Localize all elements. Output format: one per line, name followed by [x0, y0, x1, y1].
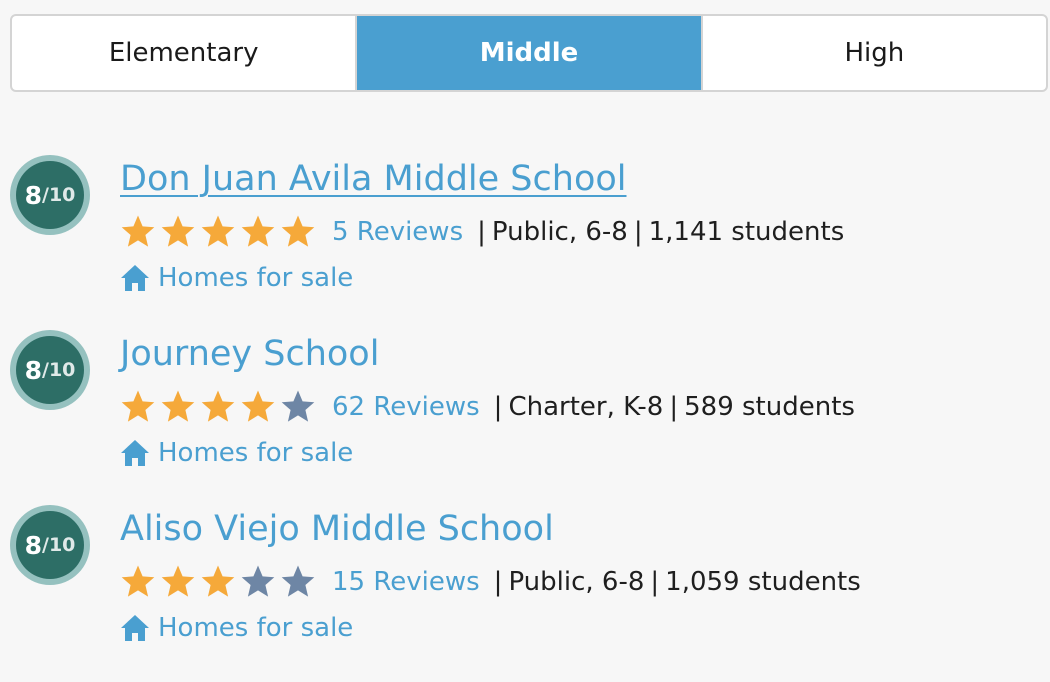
homes-for-sale[interactable]: Homes for sale — [120, 610, 353, 646]
student-count: 1,141 students — [648, 217, 845, 247]
reviews-link[interactable]: 15 Reviews — [332, 567, 480, 597]
rating-score: 8 — [24, 530, 42, 560]
separator: | — [477, 217, 486, 247]
star-rating — [120, 389, 320, 425]
rating-total: /10 — [42, 534, 76, 556]
star-filled-icon — [121, 215, 155, 247]
separator: | — [650, 567, 660, 597]
home-icon — [121, 265, 149, 291]
separator: | — [493, 567, 503, 597]
star-filled-icon — [201, 215, 235, 247]
reviews-link[interactable]: 5 Reviews — [332, 217, 463, 247]
school-type: Public, 6-8 — [491, 217, 628, 247]
school-item: 8/10 Aliso Viejo Middle School 15 Review… — [0, 505, 1050, 655]
school-type: Charter, K-8 — [508, 392, 664, 422]
star-rating — [120, 214, 320, 250]
reviews-link[interactable]: 62 Reviews — [332, 392, 480, 422]
student-count: 1,059 students — [665, 567, 861, 597]
homes-for-sale[interactable]: Homes for sale — [120, 260, 353, 296]
star-filled-icon — [121, 390, 155, 422]
separator: | — [493, 392, 503, 422]
star-filled-icon — [121, 565, 155, 597]
homes-for-sale[interactable]: Homes for sale — [120, 435, 353, 471]
school-name-link[interactable]: Don Juan Avila Middle School — [120, 157, 627, 201]
star-filled-icon — [201, 565, 235, 597]
tab-middle[interactable]: Middle — [355, 16, 701, 90]
tab-high[interactable]: High — [700, 16, 1046, 90]
school-level-tabs: Elementary Middle High — [10, 14, 1048, 92]
school-name-link[interactable]: Aliso Viejo Middle School — [120, 507, 554, 551]
school-type: Public, 6-8 — [508, 567, 645, 597]
homes-for-sale-link[interactable]: Homes for sale — [158, 263, 353, 293]
school-name-link[interactable]: Journey School — [120, 332, 379, 376]
star-filled-icon — [161, 390, 195, 422]
star-empty-icon — [281, 390, 315, 422]
rating-score: 8 — [24, 355, 42, 385]
separator: | — [633, 217, 643, 247]
star-rating — [120, 564, 320, 600]
star-filled-icon — [161, 215, 195, 247]
star-filled-icon — [201, 390, 235, 422]
star-empty-icon — [241, 565, 275, 597]
separator: | — [669, 392, 679, 422]
rating-badge: 8/10 — [10, 330, 90, 410]
rating-score: 8 — [24, 180, 42, 210]
star-empty-icon — [281, 565, 315, 597]
rating-badge: 8/10 — [10, 505, 90, 585]
tab-elementary[interactable]: Elementary — [12, 16, 355, 90]
star-filled-icon — [241, 390, 275, 422]
student-count: 589 students — [684, 392, 855, 422]
home-icon — [121, 615, 149, 641]
homes-for-sale-link[interactable]: Homes for sale — [158, 613, 353, 643]
school-meta: 5 Reviews | Public, 6-8 | 1,141 students — [120, 212, 844, 252]
home-icon — [121, 440, 149, 466]
rating-total: /10 — [42, 184, 76, 206]
star-filled-icon — [281, 215, 315, 247]
rating-badge: 8/10 — [10, 155, 90, 235]
school-meta: 62 Reviews | Charter, K-8 | 589 students — [120, 387, 855, 427]
homes-for-sale-link[interactable]: Homes for sale — [158, 438, 353, 468]
school-item: 8/10 Journey School 62 Reviews | Charter… — [0, 330, 1050, 480]
school-meta: 15 Reviews | Public, 6-8 | 1,059 student… — [120, 562, 861, 602]
rating-total: /10 — [42, 359, 76, 381]
star-filled-icon — [161, 565, 195, 597]
school-item: 8/10 Don Juan Avila Middle School 5 Revi… — [0, 155, 1050, 305]
star-filled-icon — [241, 215, 275, 247]
